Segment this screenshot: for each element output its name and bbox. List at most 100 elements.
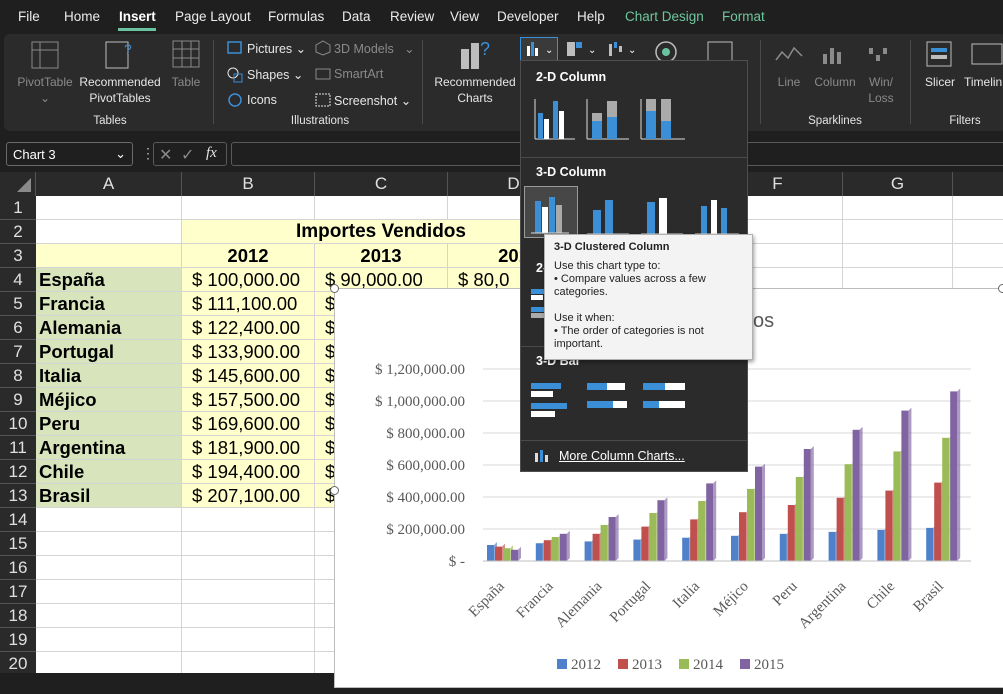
hierarchy-chart-icon[interactable]: ⌄ <box>565 40 599 58</box>
row-header[interactable]: 3 <box>0 244 36 268</box>
cell[interactable] <box>843 220 953 244</box>
pivottable-button[interactable]: PivotTable ⌄ <box>12 74 78 106</box>
amount-cell[interactable]: $ 111,100.00 <box>182 292 315 316</box>
table-button[interactable]: Table <box>166 74 206 90</box>
screenshot-button[interactable]: Screenshot ⌄ <box>334 93 411 108</box>
row-header[interactable]: 12 <box>0 460 36 484</box>
row-header[interactable]: 6 <box>0 316 36 340</box>
cell[interactable] <box>953 220 1003 244</box>
3d-clustered-column-option[interactable] <box>524 186 578 238</box>
slicer-button[interactable]: Slicer <box>920 74 960 90</box>
tab-format[interactable]: Format <box>722 9 765 24</box>
country-cell[interactable]: España <box>36 268 182 292</box>
3d-100-stacked-column-option[interactable] <box>641 198 683 235</box>
sparkline-winloss-button[interactable]: Win/Loss <box>864 74 898 106</box>
row-header[interactable]: 9 <box>0 388 36 412</box>
row-header[interactable]: 13 <box>0 484 36 508</box>
3d-stacked-bar-option[interactable] <box>587 383 627 408</box>
cell[interactable] <box>182 580 315 604</box>
cell[interactable] <box>315 196 448 220</box>
cell[interactable] <box>182 652 315 673</box>
insert-function-button[interactable]: fx <box>206 145 217 162</box>
cell[interactable] <box>182 604 315 628</box>
sparkline-line-button[interactable]: Line <box>772 74 806 90</box>
row-header[interactable]: 5 <box>0 292 36 316</box>
row-header[interactable]: 15 <box>0 532 36 556</box>
select-all-corner[interactable] <box>0 172 36 196</box>
tab-review[interactable]: Review <box>390 9 434 24</box>
amount-cell[interactable]: $ 207,100.00 <box>182 484 315 508</box>
more-column-charts-link[interactable]: More Column Charts... <box>559 449 685 463</box>
resize-handle[interactable] <box>330 284 339 293</box>
cell[interactable] <box>182 532 315 556</box>
year-header-cell[interactable]: 2012 <box>182 244 315 268</box>
resize-handle[interactable] <box>998 284 1003 293</box>
tab-home[interactable]: Home <box>64 9 100 24</box>
tab-data[interactable]: Data <box>342 9 371 24</box>
amount-cell[interactable]: $ 145,600.00 <box>182 364 315 388</box>
waterfall-chart-icon[interactable]: ⌄ <box>606 40 640 58</box>
amount-cell[interactable]: $ 100,000.00 <box>182 268 315 292</box>
column-header-a[interactable]: A <box>36 172 182 196</box>
3d-100-stacked-bar-option[interactable] <box>643 383 685 408</box>
country-cell[interactable]: Portugal <box>36 340 182 364</box>
amount-cell[interactable]: $ 122,400.00 <box>182 316 315 340</box>
country-cell[interactable]: Chile <box>36 460 182 484</box>
country-cell[interactable]: Francia <box>36 292 182 316</box>
cell[interactable] <box>36 604 182 628</box>
cell[interactable] <box>182 556 315 580</box>
column-header-b[interactable]: B <box>182 172 315 196</box>
column-header-c[interactable]: C <box>315 172 448 196</box>
country-cell[interactable]: Argentina <box>36 436 182 460</box>
country-cell[interactable]: Italia <box>36 364 182 388</box>
country-cell[interactable]: Alemania <box>36 316 182 340</box>
icons-button[interactable]: Icons <box>247 93 277 107</box>
row-header[interactable]: 20 <box>0 652 36 673</box>
3d-stacked-column-option[interactable] <box>587 200 629 235</box>
insert-column-chart-button[interactable]: ⌄ <box>520 37 558 61</box>
cell[interactable] <box>36 508 182 532</box>
amount-cell[interactable]: $ 169,600.00 <box>182 412 315 436</box>
cell[interactable] <box>182 196 315 220</box>
row-header[interactable]: 10 <box>0 412 36 436</box>
row-header[interactable]: 19 <box>0 628 36 652</box>
smartart-button[interactable]: SmartArt <box>334 67 383 81</box>
3d-clustered-bar-option[interactable] <box>531 383 567 417</box>
cell[interactable] <box>36 652 182 673</box>
row-header[interactable]: 8 <box>0 364 36 388</box>
row-header[interactable]: 16 <box>0 556 36 580</box>
column-header-h[interactable] <box>953 172 1003 196</box>
cell[interactable] <box>36 556 182 580</box>
tab-file[interactable]: File <box>18 9 40 24</box>
recommended-pivottables-button[interactable]: Recommended PivotTables <box>78 74 162 106</box>
tab-insert[interactable]: Insert <box>119 9 156 24</box>
cell[interactable] <box>182 628 315 652</box>
row-header[interactable]: 18 <box>0 604 36 628</box>
row-header[interactable]: 11 <box>0 436 36 460</box>
tab-chart-design[interactable]: Chart Design <box>625 9 704 24</box>
cell[interactable] <box>36 196 182 220</box>
enter-check-icon[interactable]: ✓ <box>181 145 194 165</box>
cell[interactable] <box>36 628 182 652</box>
timeline-button[interactable]: Timelin <box>964 74 1003 90</box>
3d-column-option[interactable] <box>695 200 739 235</box>
pictures-button[interactable]: Pictures ⌄ <box>247 41 306 56</box>
amount-cell[interactable]: $ 194,400.00 <box>182 460 315 484</box>
cancel-icon[interactable]: ✕ <box>159 145 172 165</box>
year-header-cell[interactable]: 2013 <box>315 244 448 268</box>
cell[interactable] <box>843 244 953 268</box>
clustered-column-option[interactable] <box>531 93 581 141</box>
amount-cell[interactable]: $ 181,900.00 <box>182 436 315 460</box>
tab-view[interactable]: View <box>450 9 479 24</box>
cell[interactable] <box>36 244 182 268</box>
name-box[interactable]: Chart 3 ⌄ <box>6 142 133 166</box>
100-stacked-column-option[interactable] <box>640 99 685 140</box>
column-header-g[interactable]: G <box>843 172 953 196</box>
row-header[interactable]: 4 <box>0 268 36 292</box>
recommended-charts-button[interactable]: Recommended Charts <box>430 74 520 106</box>
tab-page-layout[interactable]: Page Layout <box>175 9 251 24</box>
tab-developer[interactable]: Developer <box>497 9 559 24</box>
cell[interactable] <box>953 244 1003 268</box>
cell[interactable] <box>953 196 1003 220</box>
cell[interactable] <box>182 508 315 532</box>
